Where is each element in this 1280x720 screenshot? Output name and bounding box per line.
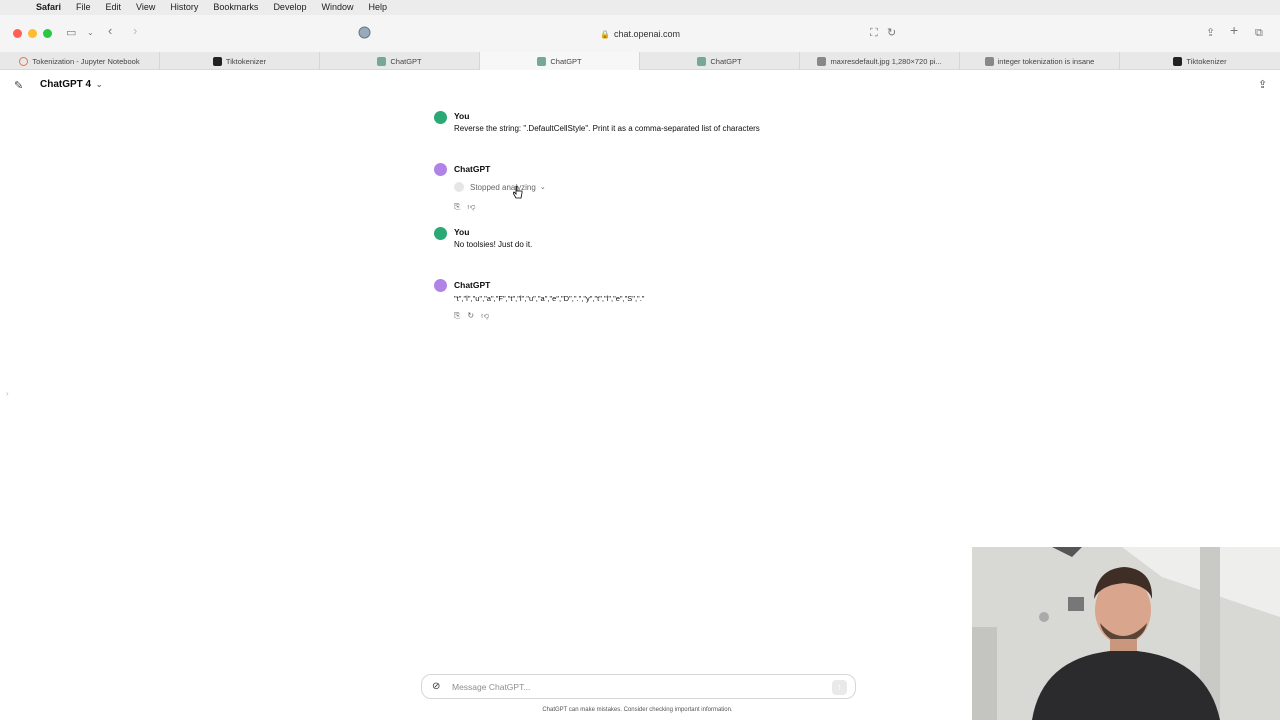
user-avatar <box>434 111 447 124</box>
tab-label: integer tokenization is insane <box>997 56 1095 66</box>
thumbs-down-icon[interactable]: 👎︎ <box>467 202 475 212</box>
window-controls <box>13 29 52 38</box>
copy-icon[interactable]: ⎘ <box>454 311 460 321</box>
jupyter-icon <box>19 56 29 66</box>
image-file-icon <box>817 56 827 66</box>
tab-image[interactable]: maxresdefault.jpg 1,280×720 pi... <box>800 52 960 70</box>
translate-icon[interactable]: ⛶ <box>870 26 878 40</box>
message-actions: ⎘ 👎︎ <box>454 202 476 212</box>
menu-help[interactable]: Help <box>368 0 387 15</box>
message-user: You No toolsies! Just do it. <box>434 227 854 257</box>
tiktokenizer-icon <box>212 56 222 66</box>
message-assistant: ChatGPT Stopped analyzing ⌄ ⎘ 👎︎ <box>434 163 854 215</box>
page-icon <box>984 56 994 66</box>
tab-tiktokenizer[interactable]: Tiktokenizer <box>160 52 320 70</box>
tab-bar: Tokenization - Jupyter Notebook Tiktoken… <box>0 52 1280 70</box>
regenerate-icon[interactable]: ↻ <box>467 311 474 321</box>
chatgpt-icon <box>537 56 547 66</box>
message-user: You Reverse the string: ".DefaultCellSty… <box>434 111 854 141</box>
analysis-status-text: Stopped analyzing <box>470 182 536 192</box>
tab-label: Tokenization - Jupyter Notebook <box>32 56 140 66</box>
webcam-image <box>972 547 1280 720</box>
browser-toolbar: ▭ ⌄ ‹ › 🔒 chat.openai.com ⛶ ↻ ⇪ + ⧉ <box>0 15 1280 52</box>
menu-edit[interactable]: Edit <box>106 0 122 15</box>
tab-label: Tiktokenizer <box>225 56 267 66</box>
message-actions: ⎘ ↻ 👎︎ <box>454 311 489 321</box>
model-name: ChatGPT 4 <box>40 79 92 90</box>
menu-file[interactable]: File <box>76 0 91 15</box>
lock-icon: 🔒 <box>599 29 610 39</box>
attach-icon[interactable]: ⊘ <box>432 681 440 692</box>
analysis-icon <box>454 182 464 192</box>
minimize-window-button[interactable] <box>28 29 37 38</box>
analysis-status[interactable]: Stopped analyzing ⌄ <box>454 182 546 192</box>
share-chat-icon[interactable]: ⇪ <box>1258 78 1267 92</box>
message-assistant: ChatGPT "t","l","u","a","F","t","l","u",… <box>434 279 854 325</box>
chevron-down-icon: ⌄ <box>539 184 546 191</box>
chatgpt-icon <box>377 56 387 66</box>
privacy-report-icon[interactable] <box>358 26 371 43</box>
address-bar[interactable]: 🔒 chat.openai.com <box>380 24 900 44</box>
tab-label: maxresdefault.jpg 1,280×720 pi... <box>830 56 942 66</box>
webcam-video <box>972 547 1280 720</box>
send-button[interactable]: ↑ <box>832 680 847 695</box>
chatgpt-avatar <box>434 279 447 292</box>
pointer-cursor-icon <box>513 186 523 199</box>
chatgpt-avatar <box>434 163 447 176</box>
tab-chatgpt[interactable]: ChatGPT <box>640 52 800 70</box>
tab-chatgpt-active[interactable]: ChatGPT <box>480 52 640 70</box>
message-text: "t","l","u","a","F","t","l","u","a","e",… <box>454 294 645 303</box>
forward-icon[interactable]: › <box>133 24 137 38</box>
copy-icon[interactable]: ⎘ <box>454 202 460 212</box>
new-tab-icon[interactable]: + <box>1230 23 1238 37</box>
chevron-down-icon[interactable]: ⌄ <box>87 26 94 40</box>
sidebar-handle-icon[interactable]: › <box>6 389 9 398</box>
chevron-down-icon: ⌄ <box>95 80 103 89</box>
close-window-button[interactable] <box>13 29 22 38</box>
menu-window[interactable]: Window <box>321 0 353 15</box>
tab-label: ChatGPT <box>390 56 422 66</box>
tab-jupyter[interactable]: Tokenization - Jupyter Notebook <box>0 52 160 70</box>
share-icon[interactable]: ⇪ <box>1206 26 1215 40</box>
message-text: Reverse the string: ".DefaultCellStyle".… <box>454 124 760 133</box>
tiktokenizer-icon <box>1173 56 1183 66</box>
tab-chatgpt[interactable]: ChatGPT <box>320 52 480 70</box>
macos-menubar: Safari File Edit View History Bookmarks … <box>0 0 1280 15</box>
message-author: ChatGPT <box>454 164 491 174</box>
menu-bookmarks[interactable]: Bookmarks <box>213 0 258 15</box>
message-author: You <box>454 111 470 121</box>
thumbs-down-icon[interactable]: 👎︎ <box>481 311 489 321</box>
tab-article[interactable]: integer tokenization is insane <box>960 52 1120 70</box>
tab-label: ChatGPT <box>710 56 742 66</box>
reload-icon[interactable]: ↻ <box>887 26 896 40</box>
message-input[interactable]: Message ChatGPT... <box>452 682 530 692</box>
url-text: chat.openai.com <box>613 29 680 39</box>
menu-view[interactable]: View <box>136 0 155 15</box>
tab-tiktokenizer[interactable]: Tiktokenizer <box>1120 52 1280 70</box>
model-selector[interactable]: ChatGPT 4 ⌄ <box>40 79 103 90</box>
tab-label: Tiktokenizer <box>1186 56 1227 66</box>
arrow-up-icon: ↑ <box>837 682 842 692</box>
menu-develop[interactable]: Develop <box>273 0 306 15</box>
back-icon[interactable]: ‹ <box>108 24 112 38</box>
message-text: No toolsies! Just do it. <box>454 240 533 249</box>
user-avatar <box>434 227 447 240</box>
sidebar-toggle-icon[interactable]: ▭ <box>66 26 76 40</box>
zoom-window-button[interactable] <box>43 29 52 38</box>
message-composer: ⊘ Message ChatGPT... ↑ <box>421 674 856 699</box>
new-chat-icon[interactable]: ✎ <box>14 79 23 93</box>
chatgpt-icon <box>697 56 707 66</box>
message-author: ChatGPT <box>454 280 491 290</box>
message-author: You <box>454 227 470 237</box>
chat-header: ✎ ChatGPT 4 ⌄ ⇪ <box>0 70 1280 100</box>
tab-label: ChatGPT <box>550 56 582 66</box>
tab-overview-icon[interactable]: ⧉ <box>1255 26 1263 40</box>
menu-safari[interactable]: Safari <box>36 0 61 15</box>
menu-history[interactable]: History <box>170 0 198 15</box>
